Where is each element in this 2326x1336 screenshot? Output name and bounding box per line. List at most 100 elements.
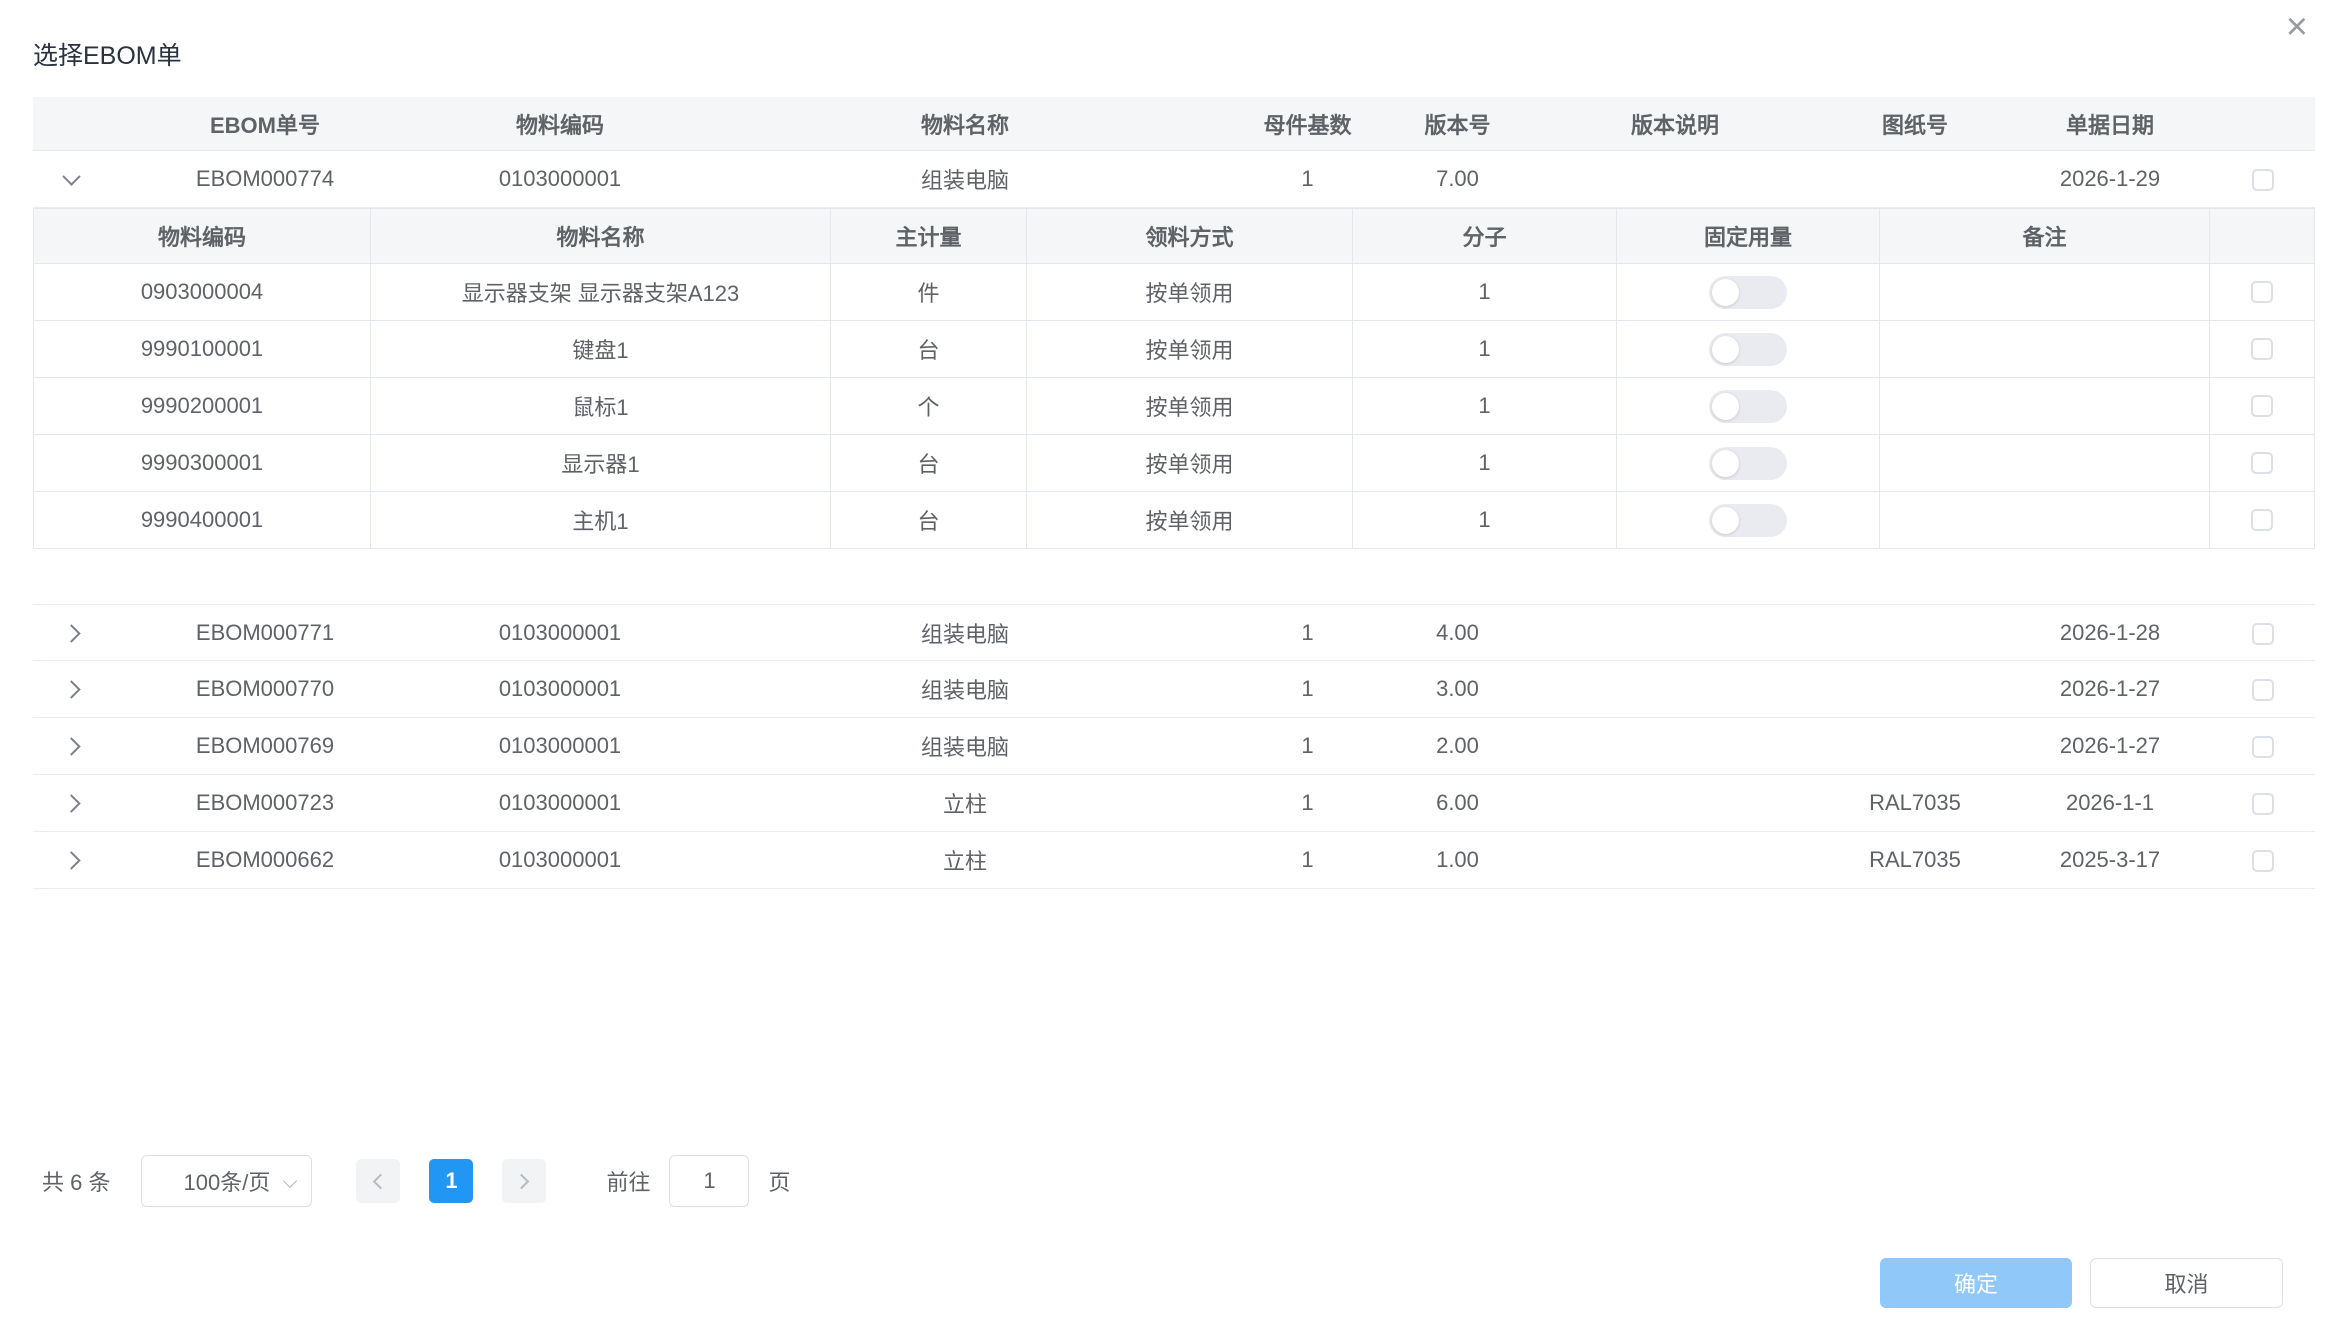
goto-label: 前往 xyxy=(606,1165,650,1197)
detail-row-checkbox[interactable] xyxy=(2251,452,2273,474)
prev-page-button[interactable] xyxy=(356,1159,400,1203)
detail-header-material-code: 物料编码 xyxy=(34,209,371,264)
detail-material-code-cell: 0903000004 xyxy=(34,264,371,321)
date-cell: 2026-1-28 xyxy=(2010,620,2210,646)
detail-numerator-cell: 1 xyxy=(1353,321,1617,378)
detail-row[interactable]: 0903000004 显示器支架 显示器支架A123 件 按单领用 1 xyxy=(34,264,2315,321)
row-checkbox[interactable] xyxy=(2252,679,2274,701)
expand-icon[interactable] xyxy=(62,737,80,755)
ebom-select-dialog: 选择EBOM单 × EBOM单号 物料编码 物料名称 母件基数 版本号 版本说明… xyxy=(0,0,2326,1336)
material-code-cell: 0103000001 xyxy=(420,847,700,873)
parent-base-cell: 1 xyxy=(1230,733,1385,759)
expand-icon[interactable] xyxy=(62,680,80,698)
expand-icon[interactable] xyxy=(62,851,80,869)
date-cell: 2026-1-27 xyxy=(2010,676,2210,702)
detail-picking-method-cell: 按单领用 xyxy=(1027,492,1353,549)
table-row[interactable]: EBOM000662 0103000001 立柱 1 1.00 RAL7035 … xyxy=(33,832,2315,889)
row-checkbox[interactable] xyxy=(2252,736,2274,758)
ebom-no-cell: EBOM000723 xyxy=(110,790,420,816)
detail-numerator-cell: 1 xyxy=(1353,492,1617,549)
detail-material-code-cell: 9990100001 xyxy=(34,321,371,378)
detail-material-code-cell: 9990300001 xyxy=(34,435,371,492)
column-header-material-name: 物料名称 xyxy=(700,108,1230,140)
parent-base-cell: 1 xyxy=(1230,790,1385,816)
detail-row[interactable]: 9990100001 键盘1 台 按单领用 1 xyxy=(34,321,2315,378)
detail-material-name-cell: 显示器支架 显示器支架A123 xyxy=(371,264,831,321)
table-row[interactable]: EBOM000774 0103000001 组装电脑 1 7.00 2026-1… xyxy=(33,151,2315,208)
total-count-label: 共 6 条 xyxy=(42,1165,110,1197)
confirm-button[interactable]: 确定 xyxy=(1880,1258,2072,1308)
dialog-footer: 确定 取消 xyxy=(1880,1258,2283,1308)
detail-unit-cell: 台 xyxy=(831,435,1027,492)
detail-row-checkbox[interactable] xyxy=(2251,509,2273,531)
date-cell: 2026-1-27 xyxy=(2010,733,2210,759)
fixed-usage-toggle[interactable] xyxy=(1709,447,1787,480)
detail-header-picking-method: 领料方式 xyxy=(1027,209,1353,264)
material-name-cell: 立柱 xyxy=(700,844,1230,876)
expand-icon[interactable] xyxy=(62,167,80,185)
pagination: 共 6 条 100条/页 1 前往 页 xyxy=(42,1155,791,1207)
ebom-no-cell: EBOM000770 xyxy=(110,676,420,702)
ebom-table: EBOM单号 物料编码 物料名称 母件基数 版本号 版本说明 图纸号 单据日期 … xyxy=(33,97,2315,889)
row-checkbox[interactable] xyxy=(2252,623,2274,645)
detail-row[interactable]: 9990400001 主机1 台 按单领用 1 xyxy=(34,492,2315,549)
fixed-usage-toggle[interactable] xyxy=(1709,333,1787,366)
fixed-usage-toggle[interactable] xyxy=(1709,504,1787,537)
detail-remark-cell xyxy=(1880,264,2210,321)
detail-material-name-cell: 鼠标1 xyxy=(371,378,831,435)
expand-icon[interactable] xyxy=(62,624,80,642)
column-header-date: 单据日期 xyxy=(2010,108,2210,140)
cancel-button[interactable]: 取消 xyxy=(2090,1258,2283,1308)
material-code-cell: 0103000001 xyxy=(420,733,700,759)
chevron-down-icon xyxy=(283,1174,297,1188)
detail-row-checkbox[interactable] xyxy=(2251,338,2273,360)
material-code-cell: 0103000001 xyxy=(420,166,700,192)
detail-checkbox-column-header xyxy=(2210,209,2315,264)
detail-material-name-cell: 显示器1 xyxy=(371,435,831,492)
material-code-cell: 0103000001 xyxy=(420,620,700,646)
column-header-drawing-no: 图纸号 xyxy=(1820,108,2010,140)
detail-picking-method-cell: 按单领用 xyxy=(1027,435,1353,492)
detail-material-code-cell: 9990200001 xyxy=(34,378,371,435)
goto-page: 前往 页 xyxy=(606,1155,790,1207)
row-checkbox[interactable] xyxy=(2252,850,2274,872)
table-row[interactable]: EBOM000771 0103000001 组装电脑 1 4.00 2026-1… xyxy=(33,604,2315,661)
table-row[interactable]: EBOM000723 0103000001 立柱 1 6.00 RAL7035 … xyxy=(33,775,2315,832)
chevron-right-icon xyxy=(514,1173,530,1189)
close-icon[interactable]: × xyxy=(2286,8,2308,46)
parent-base-cell: 1 xyxy=(1230,620,1385,646)
detail-header-numerator: 分子 xyxy=(1353,209,1617,264)
goto-page-input[interactable] xyxy=(669,1155,749,1207)
row-checkbox[interactable] xyxy=(2252,793,2274,815)
bom-detail-table: 物料编码 物料名称 主计量 领料方式 分子 固定用量 备注 0903000004… xyxy=(33,208,2315,549)
date-cell: 2025-3-17 xyxy=(2010,847,2210,873)
fixed-usage-toggle[interactable] xyxy=(1709,276,1787,309)
drawing-no-cell: RAL7035 xyxy=(1820,847,2010,873)
parent-base-cell: 1 xyxy=(1230,166,1385,192)
detail-remark-cell xyxy=(1880,435,2210,492)
version-cell: 7.00 xyxy=(1385,166,1530,192)
detail-header-row: 物料编码 物料名称 主计量 领料方式 分子 固定用量 备注 xyxy=(34,209,2315,264)
detail-header-fixed-usage: 固定用量 xyxy=(1617,209,1880,264)
version-cell: 4.00 xyxy=(1385,620,1530,646)
detail-unit-cell: 台 xyxy=(831,321,1027,378)
ebom-no-cell: EBOM000774 xyxy=(110,166,420,192)
next-page-button[interactable] xyxy=(502,1159,546,1203)
goto-suffix: 页 xyxy=(768,1165,790,1197)
table-row[interactable]: EBOM000770 0103000001 组装电脑 1 3.00 2026-1… xyxy=(33,661,2315,718)
row-checkbox[interactable] xyxy=(2252,169,2274,191)
detail-row-checkbox[interactable] xyxy=(2251,395,2273,417)
detail-numerator-cell: 1 xyxy=(1353,264,1617,321)
dialog-title: 选择EBOM单 xyxy=(33,36,182,72)
detail-row[interactable]: 9990200001 鼠标1 个 按单领用 1 xyxy=(34,378,2315,435)
version-cell: 1.00 xyxy=(1385,847,1530,873)
material-code-cell: 0103000001 xyxy=(420,676,700,702)
version-cell: 6.00 xyxy=(1385,790,1530,816)
page-size-select[interactable]: 100条/页 xyxy=(141,1155,312,1207)
detail-row[interactable]: 9990300001 显示器1 台 按单领用 1 xyxy=(34,435,2315,492)
detail-row-checkbox[interactable] xyxy=(2251,281,2273,303)
page-number-1[interactable]: 1 xyxy=(429,1159,473,1203)
expand-icon[interactable] xyxy=(62,794,80,812)
table-row[interactable]: EBOM000769 0103000001 组装电脑 1 2.00 2026-1… xyxy=(33,718,2315,775)
fixed-usage-toggle[interactable] xyxy=(1709,390,1787,423)
